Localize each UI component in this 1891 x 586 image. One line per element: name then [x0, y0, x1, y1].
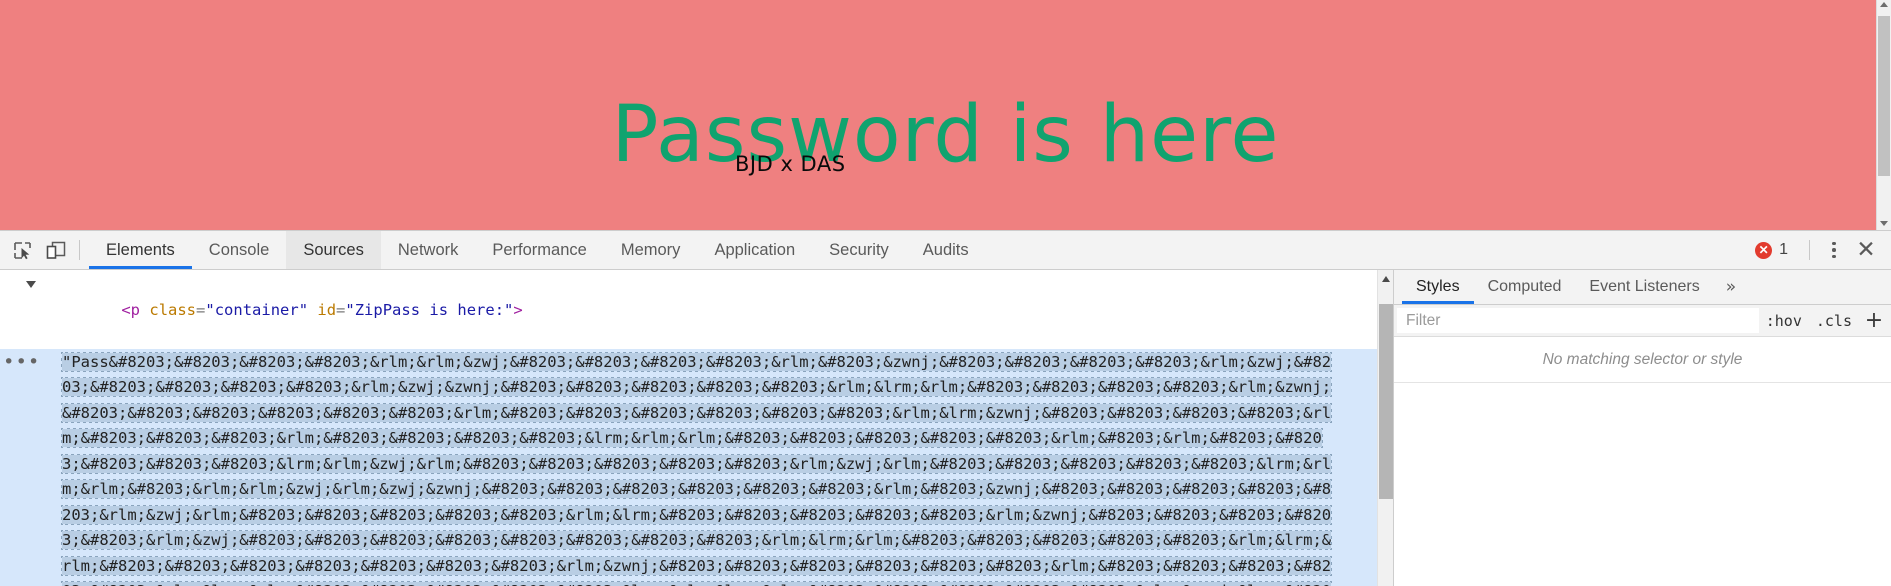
- dom-text-node-row[interactable]: ••• "Pass&#8203;&#8203;&#8203;&#8203;&rl…: [0, 348, 1393, 586]
- tab-console[interactable]: Console: [192, 231, 287, 269]
- page-heading: Password is here: [611, 90, 1280, 180]
- tab-console-label: Console: [208, 240, 270, 259]
- tab-styles-label: Styles: [1416, 278, 1460, 295]
- dom-tree-pane[interactable]: <p class="container" id="ZipPass is here…: [0, 270, 1393, 586]
- styles-filter-input[interactable]: [1397, 308, 1759, 333]
- more-tabs-chevron-icon[interactable]: »: [1714, 270, 1748, 304]
- tab-audits[interactable]: Audits: [906, 231, 986, 269]
- dom-open-tag-line[interactable]: <p class="container" id="ZipPass is here…: [0, 272, 1393, 349]
- web-page-viewport: Password is here BJD x DAS: [0, 0, 1891, 230]
- tab-security[interactable]: Security: [812, 231, 906, 269]
- attr-id-value[interactable]: "ZipPass is here:": [345, 301, 513, 319]
- tab-event-listeners[interactable]: Event Listeners: [1575, 270, 1713, 304]
- dom-ellipsis-icon[interactable]: •••: [0, 350, 62, 586]
- tab-audits-label: Audits: [922, 240, 969, 259]
- tag-open-bracket: <: [121, 300, 131, 319]
- page-scrollbar-thumb[interactable]: [1878, 16, 1890, 176]
- attr-id-name[interactable]: id: [317, 301, 336, 319]
- devtools-body: <p class="container" id="ZipPass is here…: [0, 270, 1891, 586]
- styles-tab-list: Styles Computed Event Listeners »: [1394, 270, 1891, 305]
- toolbar-divider-2: [1809, 240, 1810, 260]
- tab-performance-label: Performance: [492, 240, 587, 259]
- styles-sidebar: Styles Computed Event Listeners » :hov .…: [1393, 270, 1891, 586]
- hov-toggle-button[interactable]: :hov: [1759, 308, 1809, 333]
- close-icon[interactable]: ✕: [1849, 235, 1883, 265]
- error-count-badge[interactable]: ✕ 1: [1743, 241, 1800, 259]
- tab-security-label: Security: [829, 240, 889, 259]
- tab-network[interactable]: Network: [381, 231, 476, 269]
- styles-empty-message: No matching selector or style: [1394, 337, 1891, 383]
- styles-rules-area[interactable]: [1394, 383, 1891, 586]
- tab-performance[interactable]: Performance: [475, 231, 603, 269]
- device-toolbar-icon[interactable]: [39, 231, 72, 269]
- space-2: [308, 301, 317, 319]
- tab-event-listeners-label: Event Listeners: [1589, 278, 1700, 295]
- tab-computed-label: Computed: [1487, 278, 1562, 295]
- tab-styles[interactable]: Styles: [1402, 270, 1474, 304]
- new-style-rule-button[interactable]: +: [1859, 308, 1889, 333]
- dom-text-node-value[interactable]: "Pass&#8203;&#8203;&#8203;&#8203;&rlm;&r…: [60, 350, 1337, 586]
- kebab-menu-icon[interactable]: [1819, 235, 1849, 265]
- error-circle-icon: ✕: [1755, 241, 1773, 259]
- equals-1: =: [196, 300, 206, 319]
- tab-memory[interactable]: Memory: [604, 231, 698, 269]
- tab-network-label: Network: [397, 240, 459, 259]
- tab-application[interactable]: Application: [697, 231, 812, 269]
- dom-text-node-string: "Pass&#8203;&#8203;&#8203;&#8203;&rlm;&r…: [60, 351, 1333, 586]
- devtools-panel: Elements Console Sources Network Perform…: [0, 230, 1891, 586]
- error-count-label: 1: [1779, 241, 1788, 258]
- dom-tree-content: <p class="container" id="ZipPass is here…: [0, 270, 1393, 586]
- toolbar-divider: [79, 240, 80, 260]
- dom-tree-scrollbar[interactable]: [1377, 270, 1393, 586]
- tag-close-bracket: >: [513, 300, 523, 319]
- tag-name: p: [130, 300, 141, 319]
- tab-memory-label: Memory: [620, 240, 681, 259]
- scroll-down-arrow-icon[interactable]: [1880, 221, 1888, 226]
- tab-elements-label: Elements: [106, 240, 175, 259]
- expand-triangle-icon[interactable]: [26, 281, 36, 288]
- dom-scrollbar-thumb[interactable]: [1379, 304, 1393, 499]
- attr-class-value[interactable]: "container": [205, 301, 308, 319]
- cls-toggle-button[interactable]: .cls: [1809, 308, 1859, 333]
- space-1: [140, 301, 149, 319]
- devtools-toolbar: Elements Console Sources Network Perform…: [0, 231, 1891, 270]
- equals-2: =: [336, 300, 346, 319]
- page-scrollbar[interactable]: [1876, 0, 1891, 230]
- attr-class-name[interactable]: class: [149, 301, 196, 319]
- tab-computed[interactable]: Computed: [1474, 270, 1576, 304]
- tab-sources[interactable]: Sources: [286, 231, 381, 269]
- styles-filter-bar: :hov .cls +: [1394, 305, 1891, 337]
- tab-elements[interactable]: Elements: [89, 231, 192, 269]
- tab-sources-label: Sources: [303, 240, 364, 259]
- inspect-element-icon[interactable]: [6, 231, 39, 269]
- page-watermark: BJD x DAS: [735, 152, 846, 176]
- scroll-up-arrow-icon[interactable]: [1880, 2, 1888, 7]
- dom-scroll-up-arrow-icon[interactable]: [1382, 276, 1390, 282]
- devtools-tab-list: Elements Console Sources Network Perform…: [89, 231, 986, 269]
- toolbar-right-group: ✕ 1 ✕: [1743, 231, 1891, 269]
- tab-application-label: Application: [714, 240, 796, 259]
